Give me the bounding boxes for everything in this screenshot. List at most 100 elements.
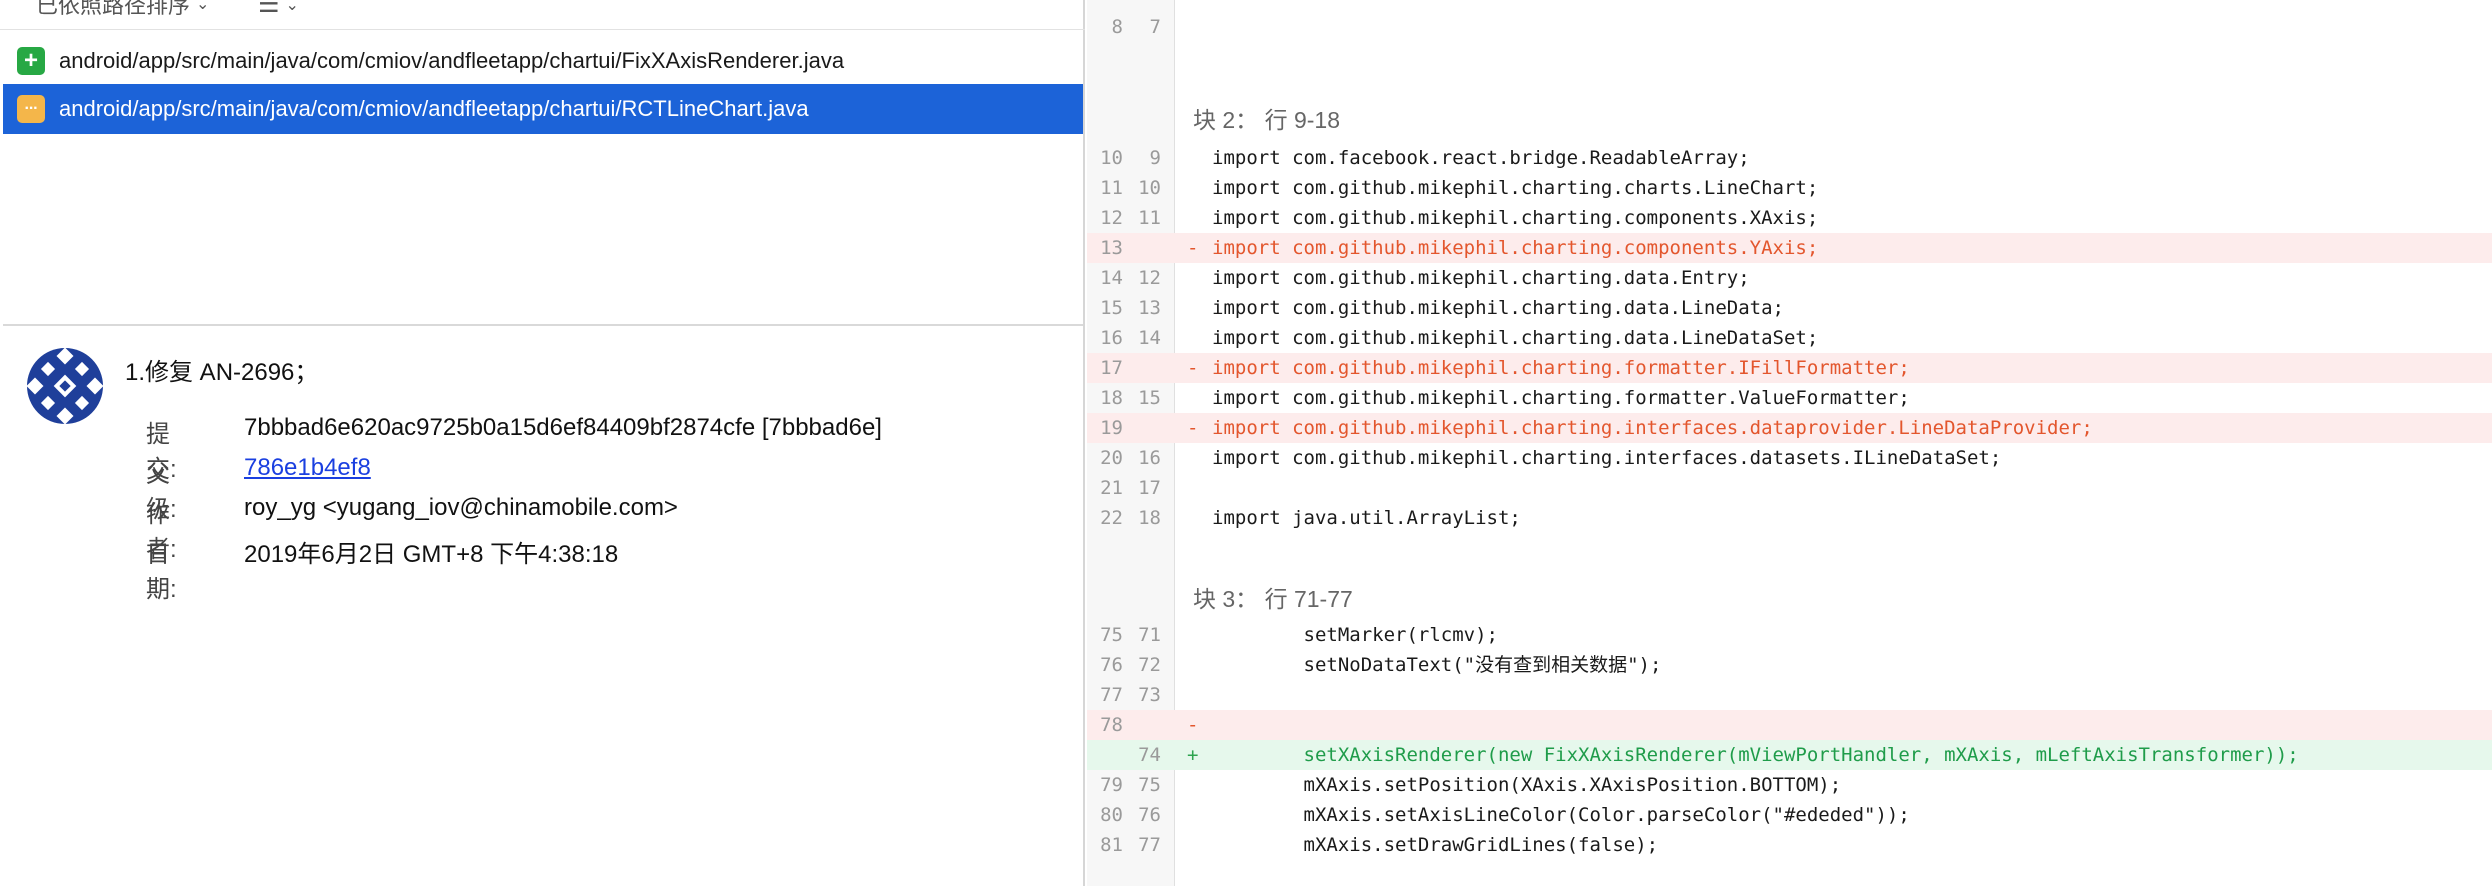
diff-line: 18 15 import com.github.mikephil.charting.… [1087,383,2492,413]
chevron-down-icon: ⌄ [196,0,210,13]
diff-line-deleted: 13 - import com.github.mikephil.charting.c… [1087,233,2492,263]
diff-line: 14 12 import com.github.mikephil.charting.… [1087,263,2492,293]
old-line-number: 17 [1100,357,1123,379]
diff-line-added: 74 + setXAxisRenderer(new FixXAxisRendere… [1087,740,2492,770]
deletion-marker: - [1187,714,1199,736]
old-line-number: 14 [1100,267,1123,289]
addition-marker: + [1187,744,1199,766]
new-line-number: 17 [1138,477,1161,499]
new-line-number: 7 [1149,16,1161,38]
old-line-number: 20 [1100,447,1123,469]
old-line-number: 11 [1100,177,1123,199]
code-text: import com.github.mikephil.charting.data… [1212,327,1819,349]
new-line-number: 75 [1138,774,1161,796]
old-line-number: 81 [1100,834,1123,856]
new-line-number: 77 [1138,834,1161,856]
code-text: import com.github.mikephil.charting.data… [1212,267,1750,289]
code-text: import com.github.mikephil.charting.comp… [1212,237,1819,259]
diff-line-deleted: 19 - import com.github.mikephil.charting.i… [1087,413,2492,443]
old-line-number: 18 [1100,387,1123,409]
diff-line: 12 11 import com.github.mikephil.charting.… [1087,203,2492,233]
diff-line-deleted: 78 - [1087,710,2492,740]
file-list-toolbar: 已依照路径排序 ⌄ ☰ ⌄ [0,0,1085,30]
diff-line: 21 17 [1087,473,2492,503]
new-line-number: 10 [1138,177,1161,199]
new-line-number: 74 [1138,744,1161,766]
file-row-selected[interactable]: ··· android/app/src/main/java/com/cmiov/… [3,84,1083,134]
code-text: import com.github.mikephil.charting.inte… [1212,447,2002,469]
diff-line-deleted: 17 - import com.github.mikephil.charting.f… [1087,353,2492,383]
author-value: roy_yg <yugang_iov@chinamobile.com> [244,494,678,521]
code-text: import com.github.mikephil.charting.inte… [1212,417,2093,439]
old-line-number: 15 [1100,297,1123,319]
diff-line: 11 10 import com.github.mikephil.charting.… [1087,173,2492,203]
diff-line: 77 73 [1087,680,2492,710]
new-line-number: 71 [1138,624,1161,646]
code-text: import com.facebook.react.bridge.Readabl… [1212,147,1750,169]
old-line-number: 12 [1100,207,1123,229]
file-row[interactable]: + android/app/src/main/java/com/cmiov/an… [3,36,1083,86]
diff-line: 79 75 mXAxis.setPosition(XAxis.XAxisPosit… [1087,770,2492,800]
code-text: import com.github.mikephil.charting.form… [1212,387,1910,409]
diff-line: 75 71 setMarker(rlcmv); [1087,620,2492,650]
date-label: 日期: [146,541,177,603]
code-text: import com.github.mikephil.charting.char… [1212,177,1819,199]
code-text: import com.github.mikephil.charting.data… [1212,297,1784,319]
diff-line: 20 16 import com.github.mikephil.charting.… [1087,443,2492,473]
deletion-marker: - [1187,417,1199,439]
code-text: mXAxis.setPosition(XAxis.XAxisPosition.B… [1212,774,1842,796]
file-path: android/app/src/main/java/com/cmiov/andf… [59,48,845,73]
new-line-number: 18 [1138,507,1161,529]
hunk-header: 块 3： 行 71-77 [1193,586,1353,612]
code-text: setNoDataText("没有查到相关数据"); [1212,654,1662,676]
old-line-number: 76 [1100,654,1123,676]
new-line-number: 16 [1138,447,1161,469]
code-text: mXAxis.setDrawGridLines(false); [1212,834,1659,856]
old-line-number: 79 [1100,774,1123,796]
old-line-number: 77 [1100,684,1123,706]
code-text: mXAxis.setAxisLineColor(Color.parseColor… [1212,804,1910,826]
view-options-dropdown[interactable]: ☰ ⌄ [258,0,299,19]
old-line-number: 80 [1100,804,1123,826]
diff-line: 22 18 import java.util.ArrayList; [1087,503,2492,533]
sort-dropdown[interactable]: 已依照路径排序 ⌄ [36,0,209,20]
deletion-marker: - [1187,237,1199,259]
diff-line: 10 9 import com.facebook.react.bridge.Read… [1087,143,2492,173]
commit-message: 1.修复 AN-2696； [125,359,319,386]
commit-details: 1.修复 AN-2696； 提交: 7bbbad6e620ac9725b0a15… [3,324,1083,886]
old-line-number: 78 [1100,714,1123,736]
file-added-icon: + [17,47,45,75]
file-path: android/app/src/main/java/com/cmiov/andf… [59,96,809,121]
new-line-number: 14 [1138,327,1161,349]
code-text: setMarker(rlcmv); [1212,624,1498,646]
old-line-number: 8 [1111,16,1123,38]
diff-view[interactable]: 8 7 块 2： 行 9-18 10 9 import com.facebook.r… [1087,0,2492,886]
old-line-number: 21 [1100,477,1123,499]
diff-line: 15 13 import com.github.mikephil.charting.… [1087,293,2492,323]
diff-line: 76 72 setNoDataText("没有查到相关数据"); [1087,650,2492,680]
list-icon: ☰ [258,0,280,18]
new-line-number: 12 [1138,267,1161,289]
old-line-number: 75 [1100,624,1123,646]
code-text: setXAxisRenderer(new FixXAxisRenderer(mV… [1212,744,2299,766]
code-text: import java.util.ArrayList; [1212,507,1521,529]
old-line-number: 13 [1100,237,1123,259]
old-line-number: 22 [1100,507,1123,529]
diff-line: 16 14 import com.github.mikephil.charting.… [1087,323,2492,353]
commit-hash: 7bbbad6e620ac9725b0a15d6ef84409bf2874cfe… [244,414,882,441]
hunk-header: 块 2： 行 9-18 [1193,107,1340,133]
diff-line: 8 7 [1087,16,2492,56]
file-modified-icon: ··· [17,95,45,123]
new-line-number: 13 [1138,297,1161,319]
chevron-down-icon: ⌄ [285,0,299,14]
new-line-number: 9 [1149,147,1161,169]
new-line-number: 15 [1138,387,1161,409]
date-value: 2019年6月2日 GMT+8 下午4:38:18 [244,541,619,568]
parent-commit-link[interactable]: 786e1b4ef8 [244,454,371,482]
sort-label: 已依照路径排序 [36,0,191,18]
diff-line: 81 77 mXAxis.setDrawGridLines(false); [1087,830,2492,860]
author-avatar [25,346,105,426]
changed-files-list: + android/app/src/main/java/com/cmiov/an… [3,31,1083,323]
diff-line: 80 76 mXAxis.setAxisLineColor(Color.parse… [1087,800,2492,830]
old-line-number: 10 [1100,147,1123,169]
